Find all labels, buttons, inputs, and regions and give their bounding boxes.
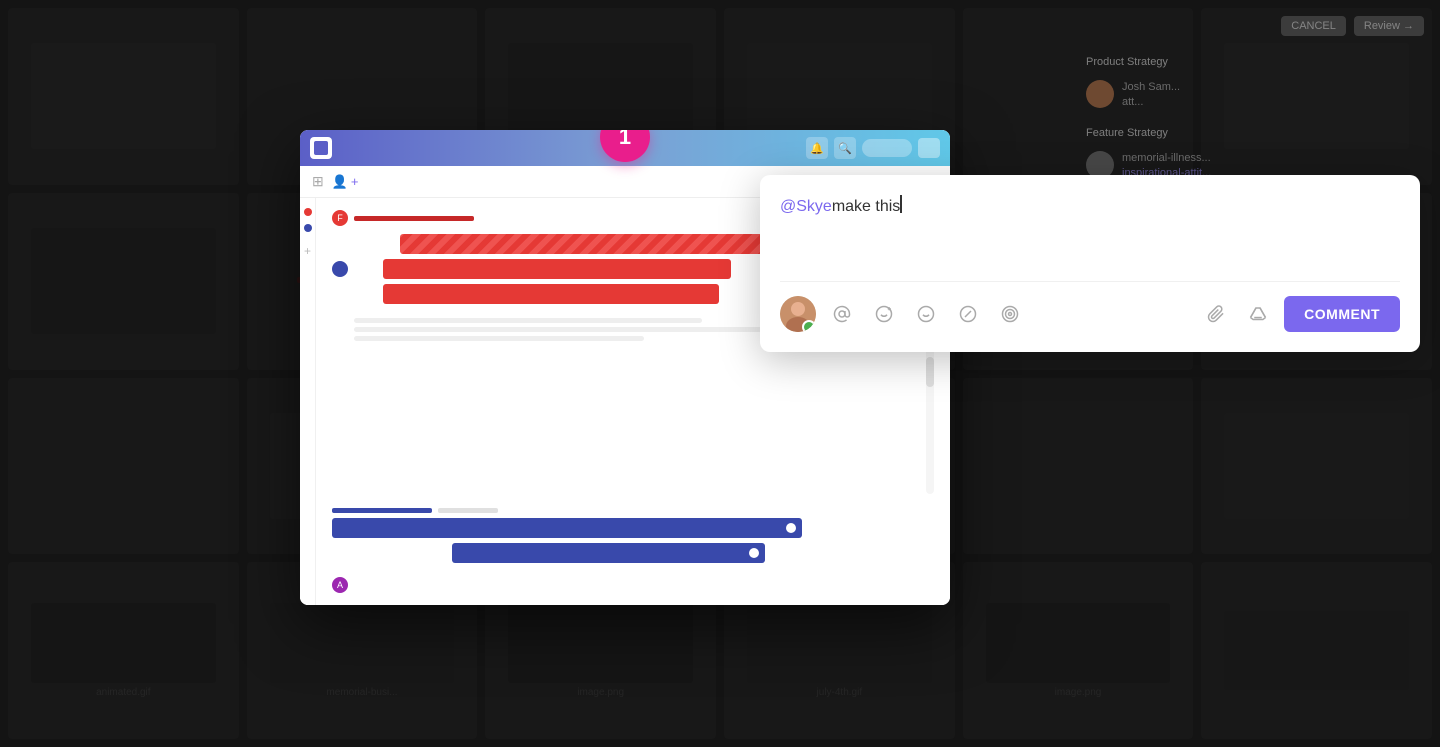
sidebar-dot-red <box>304 208 312 216</box>
at-icon <box>833 305 851 323</box>
emoji-button[interactable] <box>910 298 942 330</box>
thin-bar-2 <box>354 327 818 332</box>
review-text: Review → <box>1354 16 1424 36</box>
bottom-avatar: A <box>332 577 348 593</box>
sidebar-plus[interactable]: + <box>304 244 311 258</box>
smile-plus-icon <box>875 305 893 323</box>
comment-text: make this <box>832 195 900 219</box>
gantt-bar-red-2 <box>383 259 731 279</box>
blue-header-bar-light <box>438 508 498 513</box>
middle-area <box>332 347 934 494</box>
blue-header-row <box>332 508 934 513</box>
right-section-feature-strategy: Feature Strategy <box>1086 127 1424 139</box>
header-square <box>918 138 940 158</box>
right-section-product-strategy: Product Strategy <box>1086 56 1424 68</box>
bell-icon[interactable]: 🔔 <box>806 137 828 159</box>
thin-bar-1 <box>354 318 702 323</box>
text-cursor <box>900 195 902 213</box>
task-avatar-blue <box>332 261 348 277</box>
blue-gantt-section <box>332 508 934 563</box>
scroll-track <box>926 347 934 494</box>
blue-gantt-bar-2 <box>452 543 765 563</box>
header-pill <box>862 139 912 157</box>
sidebar-dot-blue <box>304 224 312 232</box>
scroll-thumb <box>926 357 934 387</box>
app-logo-inner <box>314 141 328 155</box>
gantt-bar-red-3 <box>383 284 719 304</box>
target-button[interactable] <box>994 298 1026 330</box>
target-icon <box>1001 305 1019 323</box>
thin-bar-3 <box>354 336 644 341</box>
app-sidebar: + <box>300 198 316 605</box>
bottom-row: A <box>332 577 934 593</box>
reaction-add-button[interactable] <box>868 298 900 330</box>
header-icons: 🔔 🔍 <box>806 137 940 159</box>
blue-gantt-bar-1 <box>332 518 802 538</box>
add-task-button[interactable]: 👤 + <box>332 174 359 190</box>
drive-button[interactable] <box>1242 298 1274 330</box>
attachment-button[interactable] <box>1200 298 1232 330</box>
comment-input-area[interactable]: @Skye make this <box>780 195 1400 265</box>
task-avatar-red: F <box>332 210 348 226</box>
comment-panel: @Skye make this <box>760 175 1420 352</box>
right-top-bar: CANCEL Review → <box>1086 16 1424 36</box>
commenter-avatar <box>780 296 816 332</box>
app-logo <box>310 137 332 159</box>
comment-submit-button[interactable]: COMMENT <box>1284 296 1400 332</box>
blue-header-bar <box>332 508 432 513</box>
person-icon: 👤 <box>332 174 348 190</box>
task-header-bar <box>354 216 474 221</box>
right-comment-1: Josh Sam...att... <box>1086 80 1424 111</box>
cancel-text: CANCEL <box>1281 16 1346 36</box>
slash-icon <box>959 305 977 323</box>
paperclip-icon <box>1207 305 1225 323</box>
avatar-svg <box>780 296 816 332</box>
grid-icon: ⊞ <box>312 173 324 190</box>
slash-command-button[interactable] <box>952 298 984 330</box>
comment-toolbar: COMMENT <box>780 281 1400 332</box>
comment-mention: @Skye <box>780 195 832 219</box>
search-icon-header[interactable]: 🔍 <box>834 137 856 159</box>
drive-icon <box>1249 305 1267 323</box>
emoji-icon <box>917 305 935 323</box>
plus-icon: + <box>351 174 359 189</box>
right-sidebar: CANCEL Review → Product Strategy Josh Sa… <box>1070 0 1440 747</box>
at-mention-button[interactable] <box>826 298 858 330</box>
gantt-bar-red-1 <box>400 234 783 254</box>
